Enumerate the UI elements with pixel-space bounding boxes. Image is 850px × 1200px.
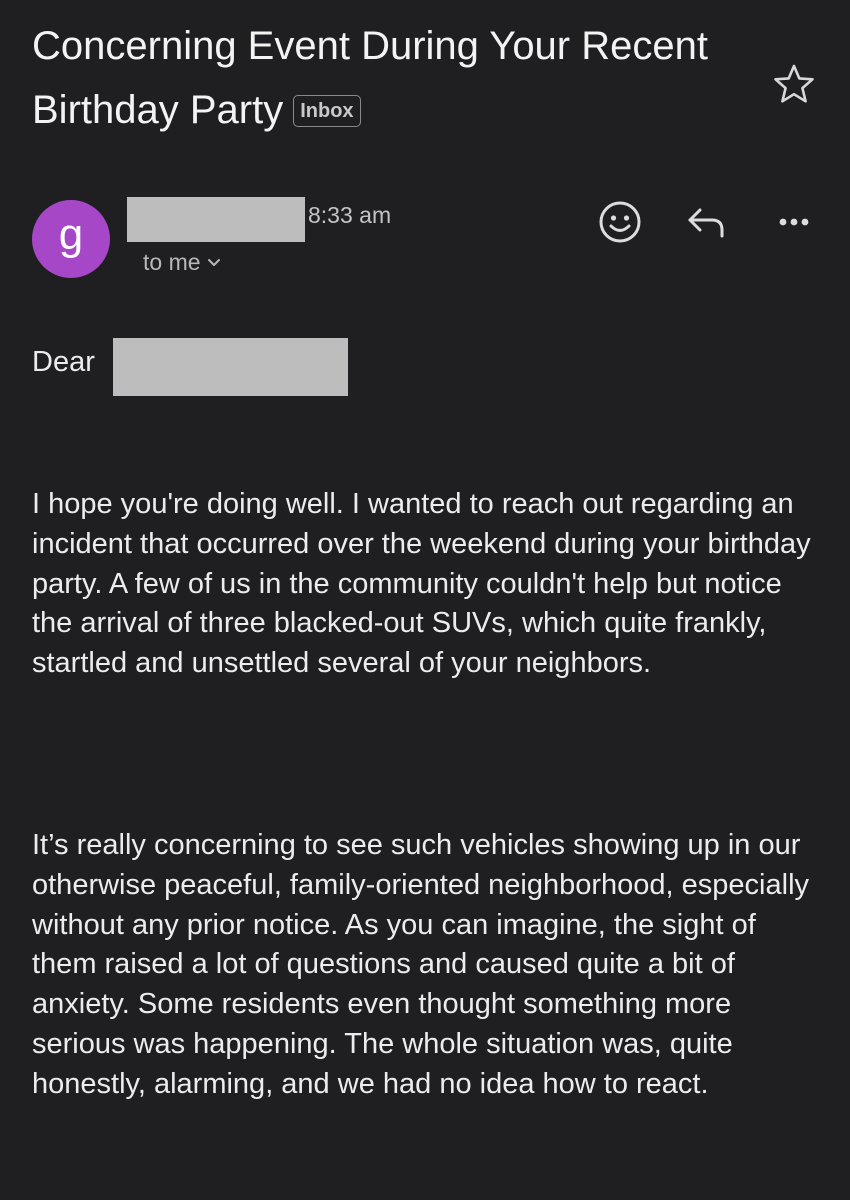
greeting: Dear <box>32 346 95 378</box>
sender-name-redacted <box>127 197 305 242</box>
more-icon[interactable] <box>770 198 818 246</box>
chevron-down-icon <box>207 259 220 266</box>
inbox-label-badge[interactable]: Inbox <box>293 95 361 127</box>
recipient-label: to me <box>143 249 201 275</box>
body-paragraph: I hope you're doing well. I wanted to re… <box>32 488 811 680</box>
recipient-details-toggle[interactable]: to me <box>143 246 221 278</box>
body-paragraph: It’s really concerning to see such vehic… <box>32 829 810 1100</box>
reply-icon[interactable] <box>682 198 730 246</box>
subject-text: Concerning Event During Your Recent Birt… <box>32 24 708 132</box>
star-icon[interactable] <box>772 62 816 106</box>
email-subject: Concerning Event During Your Recent Birt… <box>32 14 752 142</box>
email-timestamp: 8:33 am <box>308 202 392 228</box>
recipient-name-redacted <box>113 338 348 396</box>
emoji-icon[interactable] <box>596 198 644 246</box>
sender-avatar[interactable]: g <box>32 200 110 278</box>
